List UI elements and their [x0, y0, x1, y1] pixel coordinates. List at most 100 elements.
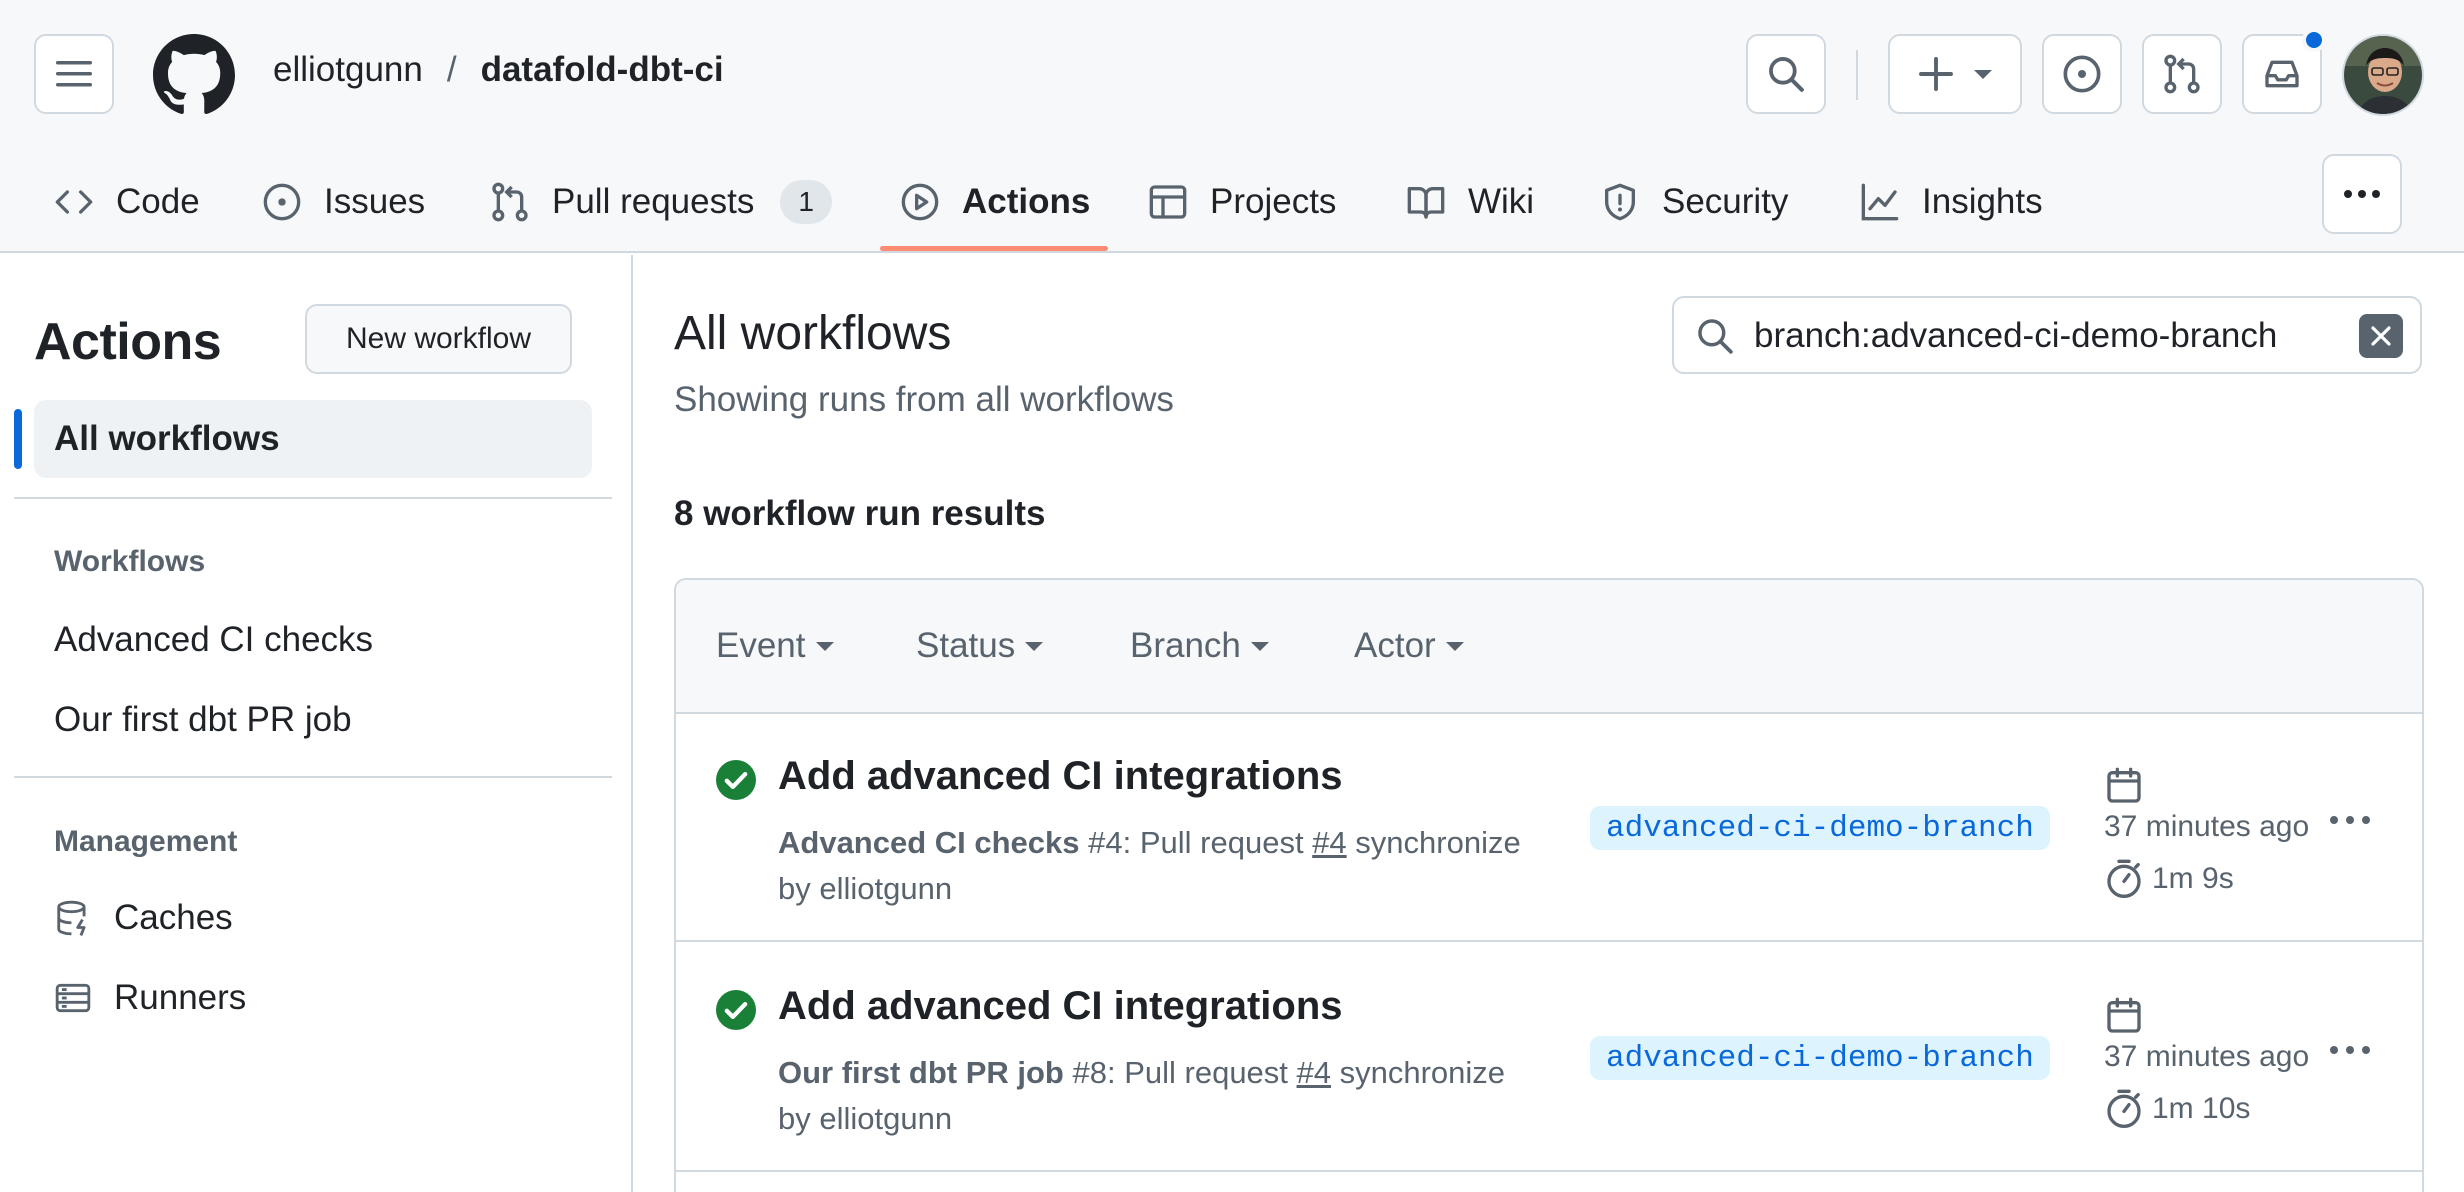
- workflow-name: Advanced CI checks: [778, 825, 1080, 860]
- sidebar-item-caches[interactable]: Caches: [54, 898, 233, 938]
- triangle-down-icon: [1445, 641, 1464, 651]
- sidebar-item-advanced-ci-checks[interactable]: Advanced CI checks: [54, 620, 373, 660]
- global-nav-menu-button[interactable]: [34, 34, 114, 114]
- event-filter-dropdown[interactable]: Event: [716, 626, 834, 666]
- event-prefix: : Pull request: [1122, 825, 1313, 860]
- tab-actions[interactable]: Actions: [900, 150, 1090, 253]
- new-workflow-button[interactable]: New workflow: [305, 304, 572, 374]
- unread-notification-dot: [2302, 28, 2326, 52]
- repo-owner-link[interactable]: elliotgunn: [273, 50, 423, 90]
- page-title: All workflows: [674, 307, 952, 360]
- triangle-down-icon: [1974, 69, 1992, 79]
- actor-filter-dropdown[interactable]: Actor: [1354, 626, 1464, 666]
- triangle-down-icon: [1250, 641, 1269, 651]
- selected-item-marker: [14, 409, 22, 469]
- tab-label: Pull requests: [552, 181, 755, 221]
- avatar[interactable]: [2342, 34, 2424, 116]
- close-icon: [2371, 326, 2391, 346]
- run-duration: 1m 10s: [2152, 1092, 2251, 1125]
- branch-label[interactable]: advanced-ci-demo-branch: [1590, 806, 2050, 850]
- more-tabs-button[interactable]: [2322, 154, 2402, 234]
- kebab-horizontal-icon[interactable]: [2328, 814, 2372, 826]
- sidebar-item-runners[interactable]: Runners: [54, 978, 246, 1018]
- run-timestamp: 37 minutes ago: [2104, 1040, 2310, 1073]
- your-issues-button[interactable]: [2042, 34, 2122, 114]
- your-pull-requests-button[interactable]: [2142, 34, 2222, 114]
- tab-pull-requests[interactable]: Pull requests 1: [490, 150, 832, 253]
- global-search-button[interactable]: [1746, 34, 1826, 114]
- event-suffix: synchronize: [1346, 825, 1521, 860]
- app-header: elliotgunn / datafold-dbt-ci Code Issues: [0, 0, 2464, 253]
- hamburger-icon: [56, 61, 92, 87]
- sidebar-item-label: Caches: [114, 898, 233, 937]
- event-suffix: synchronize: [1331, 1055, 1506, 1090]
- tab-issues[interactable]: Issues: [262, 150, 425, 253]
- database-icon: [57, 900, 86, 936]
- sidebar-title: Actions: [34, 313, 222, 371]
- run-title-link[interactable]: Add advanced CI integrations: [778, 754, 1343, 799]
- pull-request-link[interactable]: #4: [1312, 825, 1346, 860]
- sidebar-item-all-workflows[interactable]: All workflows: [34, 400, 592, 478]
- run-title-link[interactable]: Add advanced CI integrations: [778, 984, 1343, 1029]
- page-subtitle: Showing runs from all workflows: [674, 380, 1174, 419]
- git-pull-request-icon: [492, 182, 528, 221]
- header-divider: [1856, 50, 1858, 100]
- inbox-icon: [2265, 60, 2299, 88]
- issue-opened-icon: [263, 183, 301, 220]
- play-icon: [901, 183, 939, 220]
- breadcrumb: elliotgunn / datafold-dbt-ci: [273, 50, 724, 90]
- pull-request-link[interactable]: #4: [1297, 1055, 1331, 1090]
- run-duration: 1m 9s: [2152, 862, 2234, 895]
- sidebar-divider-line: [14, 776, 612, 778]
- workflow-run-row[interactable]: Add advanced CI integrations Our first d…: [676, 944, 2422, 1172]
- branch-label[interactable]: advanced-ci-demo-branch: [1590, 1036, 2050, 1080]
- kebab-horizontal-icon: [2344, 190, 2380, 198]
- run-number: #4: [1088, 825, 1123, 860]
- tab-label: Projects: [1210, 181, 1337, 221]
- stopwatch-icon: [2107, 1089, 2141, 1128]
- workflow-run-row[interactable]: Add advanced CI integrations Advanced CI…: [676, 714, 2422, 942]
- filter-input[interactable]: [1754, 308, 2334, 364]
- calendar-icon: [2107, 767, 2141, 803]
- tab-label: Security: [1662, 181, 1789, 221]
- dropdown-label: Status: [916, 626, 1016, 665]
- tab-label: Wiki: [1468, 181, 1535, 221]
- tab-security[interactable]: Security: [1600, 150, 1788, 253]
- table-icon: [1149, 184, 1187, 219]
- shield-icon: [1605, 183, 1635, 220]
- tab-wiki[interactable]: Wiki: [1406, 150, 1534, 253]
- create-new-button[interactable]: [1888, 34, 2022, 114]
- check-circle-fill-icon: [716, 990, 756, 1030]
- repo-nav: Code Issues Pull requests 1 Actions Proj…: [0, 150, 2300, 253]
- breadcrumb-separator: /: [446, 50, 457, 89]
- branch-filter-dropdown[interactable]: Branch: [1130, 626, 1269, 666]
- run-actor: by elliotgunn: [778, 1101, 953, 1136]
- search-icon: [1698, 319, 1733, 354]
- run-meta: Advanced CI checks #4: Pull request #4 s…: [778, 820, 1538, 912]
- sidebar-item-our-first-dbt-pr-job[interactable]: Our first dbt PR job: [54, 700, 352, 740]
- tab-projects[interactable]: Projects: [1148, 150, 1336, 253]
- check-circle-fill-icon: [716, 760, 756, 800]
- code-icon: [55, 189, 93, 214]
- repo-name-link[interactable]: datafold-dbt-ci: [481, 50, 724, 90]
- github-logo-icon[interactable]: [153, 34, 235, 116]
- book-icon: [1407, 186, 1445, 219]
- tab-insights[interactable]: Insights: [1860, 150, 2043, 253]
- triangle-down-icon: [815, 641, 834, 651]
- dropdown-label: Event: [716, 626, 806, 665]
- workflow-runs-filter: [1672, 296, 2422, 374]
- kebab-horizontal-icon[interactable]: [2328, 1044, 2372, 1056]
- clear-filter-button[interactable]: [2359, 314, 2403, 358]
- calendar-icon: [2107, 997, 2141, 1033]
- run-number: #8: [1072, 1055, 1107, 1090]
- dropdown-label: Branch: [1130, 626, 1241, 665]
- workflows-heading: Workflows: [54, 545, 206, 578]
- run-meta: Our first dbt PR job #8: Pull request #4…: [778, 1050, 1538, 1142]
- workflow-runs-list: Event Status Branch Actor Add advanced C…: [674, 578, 2424, 1192]
- results-count: 8 workflow run results: [674, 494, 1046, 533]
- tab-code[interactable]: Code: [54, 150, 200, 253]
- sidebar-item-label: Runners: [114, 978, 247, 1017]
- sidebar-divider: [631, 255, 633, 1192]
- tab-label: Insights: [1922, 181, 2043, 221]
- status-filter-dropdown[interactable]: Status: [916, 626, 1044, 666]
